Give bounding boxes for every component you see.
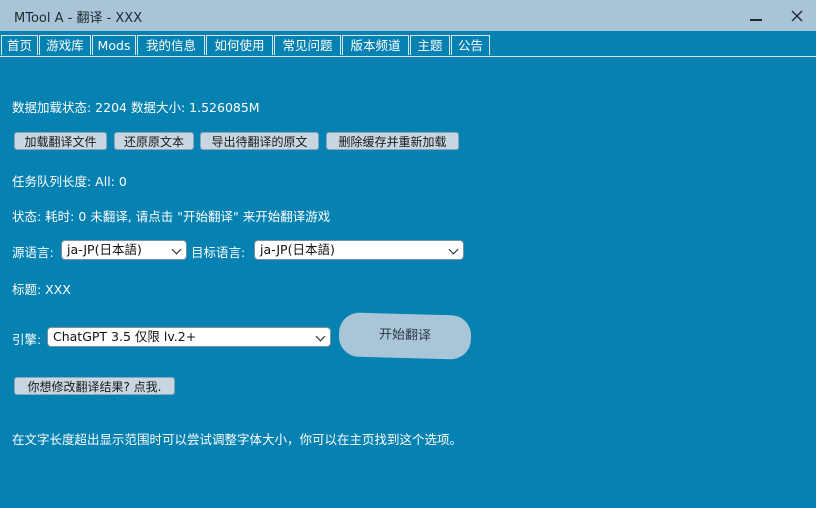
engine-value: ChatGPT 3.5 仅限 lv.2+ (53, 329, 197, 344)
engine-select[interactable]: ChatGPT 3.5 仅限 lv.2+ (47, 327, 331, 347)
tab-mods[interactable]: Mods (92, 35, 136, 55)
tab-version-channel[interactable]: 版本频道 (342, 35, 409, 55)
load-translation-file-button[interactable]: 加载翻译文件 (14, 132, 107, 150)
title-bar: MTool A - 翻译 - XXX (0, 0, 816, 31)
window-title: MTool A - 翻译 - XXX (14, 11, 143, 26)
font-size-hint: 在文字长度超出显示范围时可以尝试调整字体大小，你可以在主页找到这个选项。 (12, 432, 463, 447)
minimize-button[interactable] (741, 4, 771, 28)
target-language-label: 目标语言: (191, 245, 246, 260)
chevron-down-icon (171, 244, 182, 255)
tab-faq[interactable]: 常见问题 (274, 35, 341, 55)
source-language-label: 源语言: (12, 245, 54, 260)
translation-status: 状态: 耗时: 0 未翻译, 请点击 "开始翻译" 来开始翻译游戏 (12, 209, 331, 224)
game-title: 标题: XXX (12, 282, 71, 297)
engine-label: 引擎: (12, 332, 42, 347)
close-button[interactable] (782, 4, 812, 28)
data-load-status: 数据加载状态: 2204 数据大小: 1.526085M (12, 100, 260, 115)
chevron-down-icon (315, 331, 326, 342)
tab-game-library[interactable]: 游戏库 (39, 35, 91, 55)
source-language-value: ja-JP(日本語) (67, 242, 142, 257)
target-language-value: ja-JP(日本語) (260, 242, 335, 257)
tab-home[interactable]: 首页 (1, 35, 38, 55)
restore-original-text-button[interactable]: 还原原文本 (114, 132, 194, 150)
tab-my-info[interactable]: 我的信息 (137, 35, 205, 55)
tab-announcements[interactable]: 公告 (451, 35, 490, 55)
chevron-down-icon (448, 244, 459, 255)
clear-cache-reload-button[interactable]: 删除缓存并重新加载 (326, 132, 459, 150)
start-translation-button[interactable]: 开始翻译 (338, 312, 472, 360)
target-language-select[interactable]: ja-JP(日本語) (254, 240, 464, 260)
export-untranslated-button[interactable]: 导出待翻译的原文 (200, 132, 319, 150)
source-language-select[interactable]: ja-JP(日本語) (61, 240, 187, 260)
modify-translation-button[interactable]: 你想修改翻译结果? 点我. (14, 377, 175, 395)
minimize-icon (750, 19, 762, 21)
tab-theme[interactable]: 主题 (410, 35, 450, 55)
queue-length: 任务队列长度: All: 0 (12, 174, 127, 189)
close-icon (791, 10, 803, 22)
tab-bar: 首页 游戏库 Mods 我的信息 如何使用 常见问题 版本频道 主题 公告 (0, 31, 816, 57)
tab-how-to-use[interactable]: 如何使用 (206, 35, 273, 55)
